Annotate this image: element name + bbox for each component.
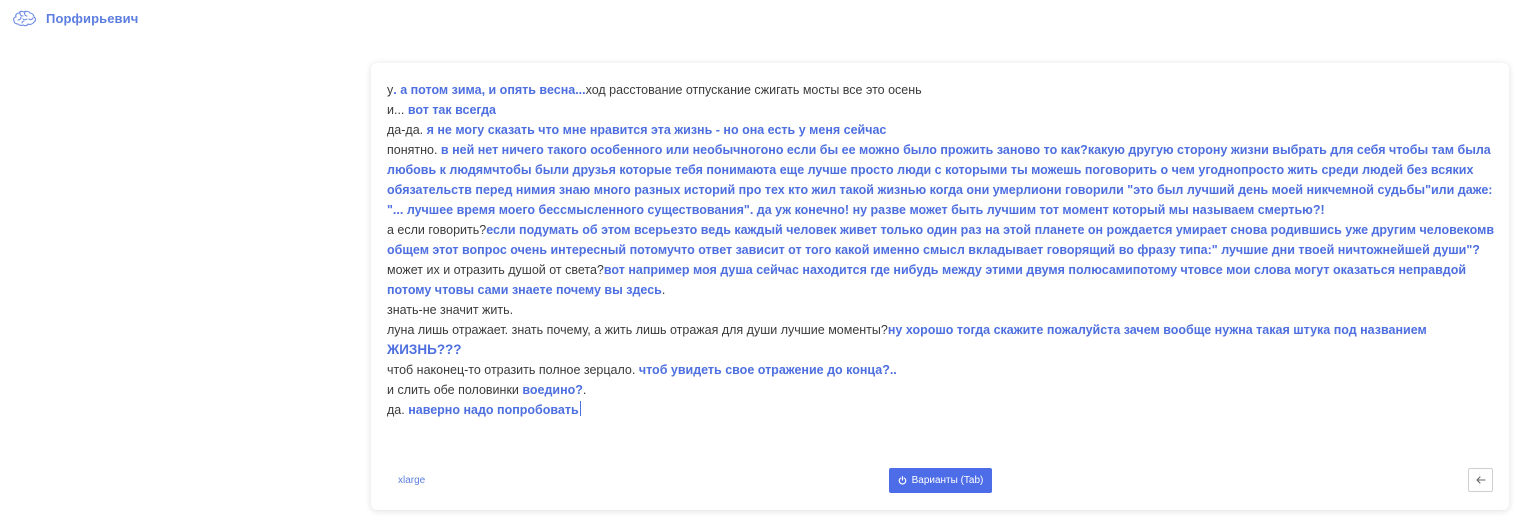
editor-line: да-да. я не могу сказать что мне нравитс… bbox=[387, 120, 1497, 140]
user-text: а если говорить? bbox=[387, 223, 487, 237]
user-text: и... bbox=[387, 103, 408, 117]
app-title: Порфирьевич bbox=[46, 10, 139, 26]
editor-line: и слить обе половинки воедино?. bbox=[387, 380, 1497, 400]
user-text: может их и отразить душой от света? bbox=[387, 263, 604, 277]
back-button[interactable] bbox=[1468, 468, 1493, 492]
editor-line: у. а потом зима, и опять весна...ход рас… bbox=[387, 80, 1497, 100]
generated-text: чтоб увидеть свое отражение до конца?.. bbox=[638, 363, 897, 377]
generated-text: ну хорошо тогда скажите пожалуйста зачем… bbox=[887, 323, 1427, 337]
variants-button[interactable]: Варианты (Tab) bbox=[889, 468, 992, 493]
editor-line: чтоб наконец-то отразить полное зерцало.… bbox=[387, 360, 1497, 380]
editor-line: и... вот так всегда bbox=[387, 100, 1497, 120]
user-text: да. bbox=[387, 403, 409, 417]
generated-text: в ней нет ничего такого особенного или н… bbox=[387, 143, 1493, 217]
text-editor[interactable]: у. а потом зима, и опять весна...ход рас… bbox=[387, 80, 1497, 420]
user-text: луна лишь отражает. знать почему, а жить… bbox=[387, 323, 888, 337]
editor-line: понятно. в ней нет ничего такого особенн… bbox=[387, 140, 1497, 220]
generated-text: вот так всегда bbox=[407, 103, 497, 117]
user-text: чтоб наконец-то отразить полное зерцало. bbox=[387, 363, 639, 377]
user-text-tail: ход расстование отпускание сжигать мосты… bbox=[585, 83, 922, 97]
generated-text: если подумать об этом всерьезто ведь каж… bbox=[387, 223, 1495, 257]
user-text-tail: . bbox=[661, 283, 666, 297]
power-icon bbox=[898, 476, 907, 485]
brand-link[interactable]: Порфирьевич bbox=[12, 6, 138, 30]
editor-line: а если говорить?если подумать об этом вс… bbox=[387, 220, 1497, 260]
generated-text: я не могу сказать что мне нравится эта ж… bbox=[426, 123, 887, 137]
user-text: и слить обе половинки bbox=[387, 383, 523, 397]
user-text: понятно. bbox=[387, 143, 441, 157]
text-caret bbox=[579, 401, 581, 416]
model-selector[interactable]: xlarge bbox=[398, 475, 425, 486]
editor-line: может их и отразить душой от света?вот н… bbox=[387, 260, 1497, 300]
brain-icon bbox=[12, 7, 38, 29]
editor-line: да. наверно надо попробовать bbox=[387, 400, 1497, 420]
editor-line: знать-не значит жить. bbox=[387, 300, 1497, 320]
generated-text-emphasis: ЖИЗНЬ??? bbox=[387, 342, 462, 357]
arrow-left-icon bbox=[1475, 471, 1486, 489]
editor-line: луна лишь отражает. знать почему, а жить… bbox=[387, 320, 1497, 360]
generated-text: . а потом зима, и опять весна... bbox=[393, 83, 586, 97]
generated-text: наверно надо попробовать bbox=[408, 403, 579, 417]
user-text: знать-не значит жить. bbox=[387, 303, 514, 317]
user-text: да-да. bbox=[387, 123, 427, 137]
user-text-tail: . bbox=[582, 383, 587, 397]
editor-card: у. а потом зима, и опять весна...ход рас… bbox=[371, 63, 1509, 510]
variants-label: Варианты (Tab) bbox=[911, 475, 984, 486]
generated-text: воедино? bbox=[522, 383, 583, 397]
